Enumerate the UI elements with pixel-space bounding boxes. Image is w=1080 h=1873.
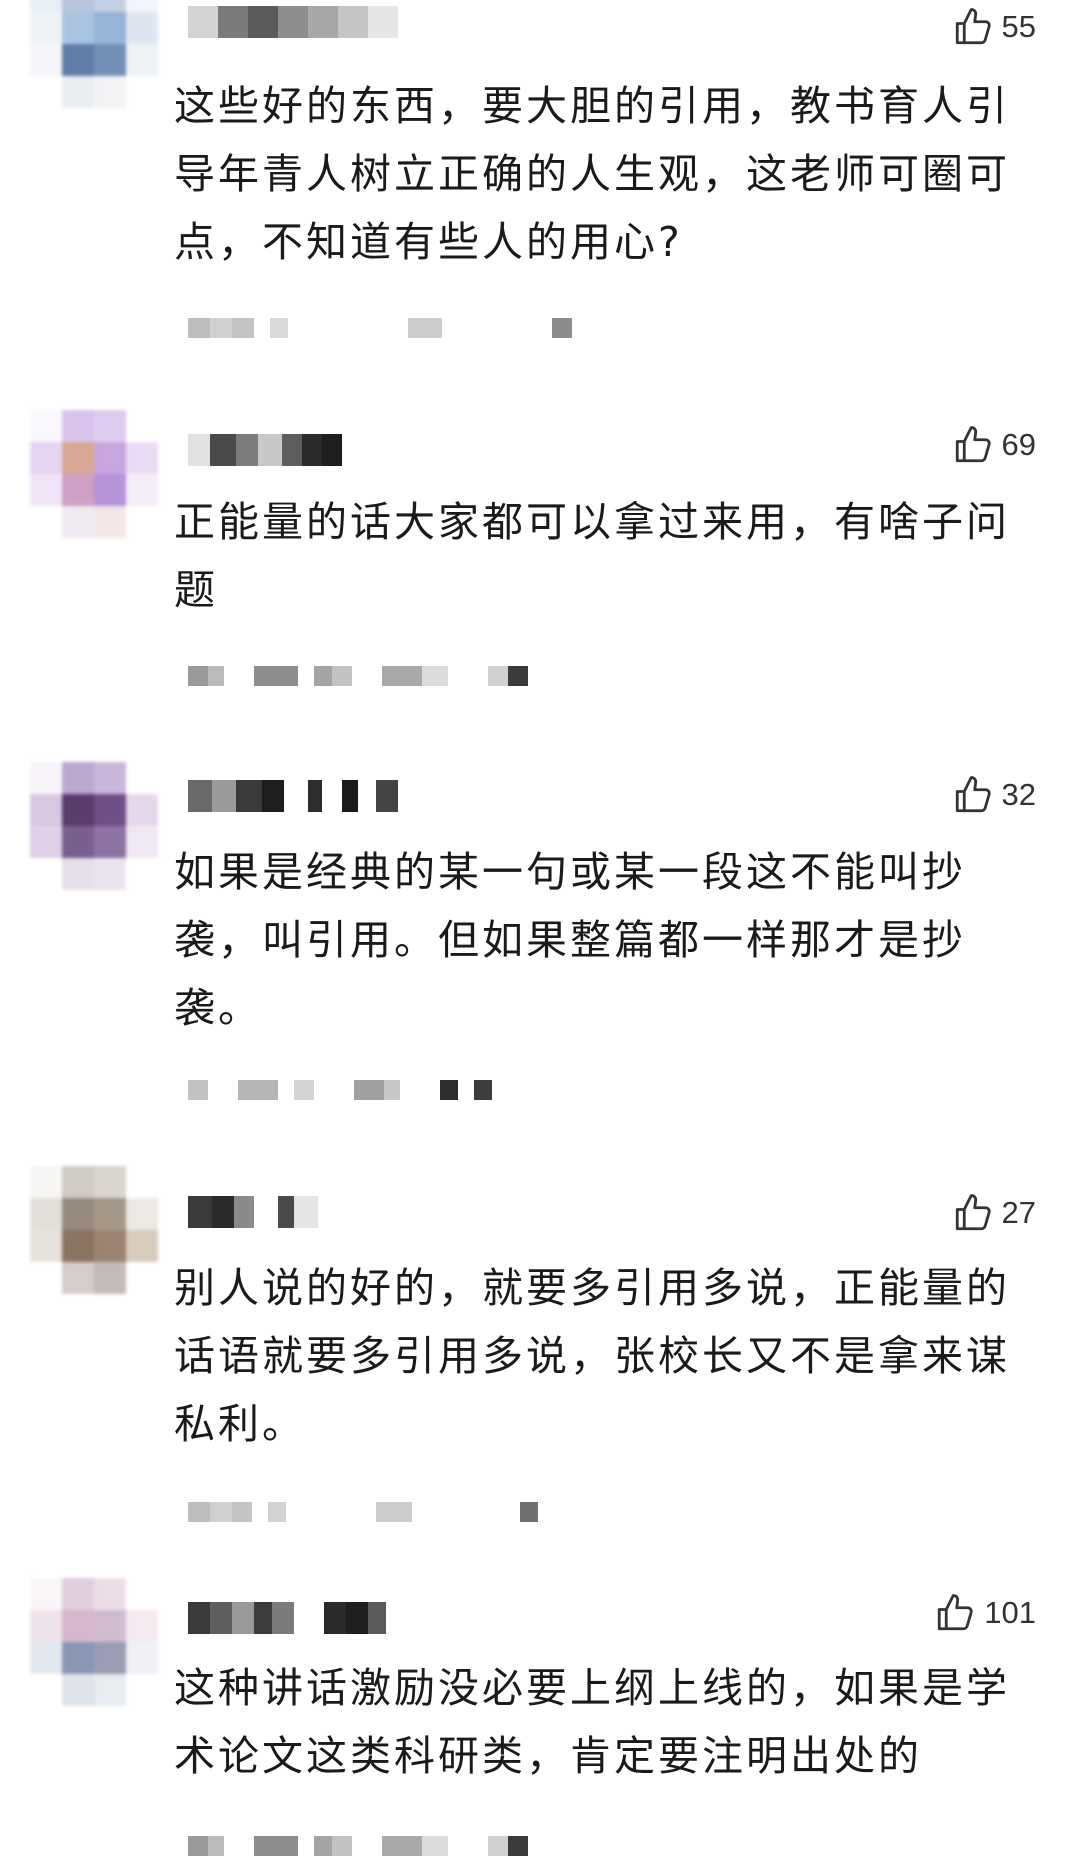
avatar[interactable] [30,762,158,890]
comment-text: 正能量的话大家都可以拿过来用，有啥子问题 [174,498,1010,614]
comment-text: 别人说的好的，就要多引用多说，正能量的话语就要多引用多说，张校长又不是拿来谋私利… [174,1264,1010,1448]
comment-meta [188,1500,608,1524]
avatar[interactable] [30,1166,158,1294]
username[interactable] [188,774,488,818]
like-button[interactable]: 32 [952,770,1036,820]
like-count: 32 [1001,777,1036,812]
avatar[interactable] [30,410,158,538]
like-button[interactable]: 101 [934,1588,1036,1638]
thumbs-up-icon [955,426,991,463]
like-count: 69 [1001,427,1036,462]
comment-item: 101 这种讲话激励没必要上纲上线的，如果是学术论文这类科研类，肯定要注明出处的 [0,0,1080,1856]
username[interactable] [188,428,488,472]
username[interactable] [188,1596,488,1640]
like-count: 27 [1001,1195,1036,1230]
username[interactable] [188,1190,488,1234]
comment-text: 这种讲话激励没必要上纲上线的，如果是学术论文这类科研类，肯定要注明出处的 [174,1664,1010,1780]
like-button[interactable]: 27 [952,1188,1036,1238]
comment-meta [188,664,608,688]
comment-meta [188,1078,608,1102]
thumbs-up-icon [955,776,991,813]
comment-meta [188,1834,608,1858]
like-count: 101 [984,1595,1036,1630]
like-button[interactable]: 69 [952,420,1036,470]
thumbs-up-icon [955,1194,991,1231]
avatar[interactable] [30,1578,158,1706]
comment-text: 如果是经典的某一句或某一段这不能叫抄袭，叫引用。但如果整篇都一样那才是抄袭。 [174,848,966,1032]
thumbs-up-icon [938,1594,973,1631]
